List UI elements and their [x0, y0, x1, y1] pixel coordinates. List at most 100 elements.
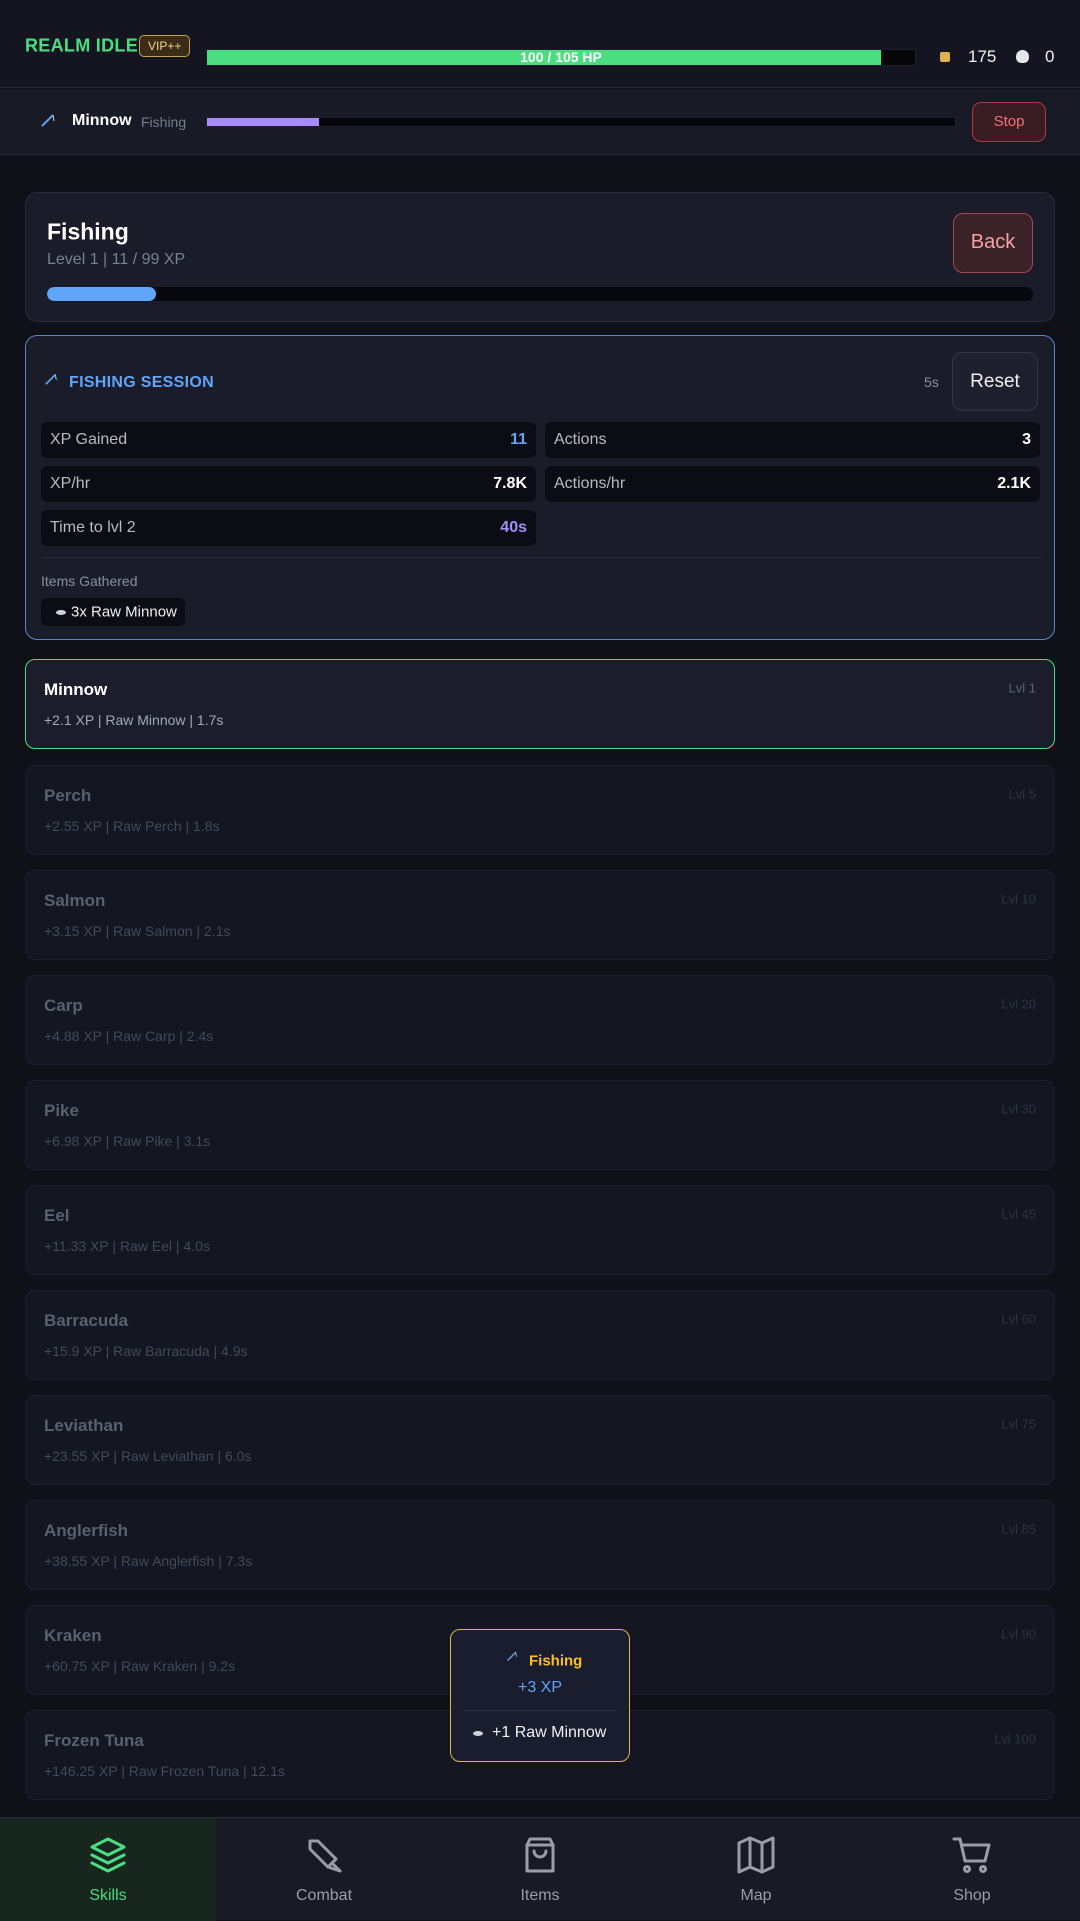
fishing-rod-icon [41, 114, 55, 127]
fish-details: +15.9 XP | Raw Barracuda | 4.9s [44, 1343, 248, 1359]
bottom-navigation: Skills Combat Items Map Shop [0, 1817, 1080, 1921]
activity-skill: Fishing [141, 114, 187, 130]
skull-icon [1016, 50, 1029, 63]
gold-coin-icon [940, 52, 950, 62]
fish-details: +60.75 XP | Raw Kraken | 9.2s [44, 1658, 236, 1674]
fish-level: Lvl 5 [1008, 786, 1036, 802]
session-elapsed: 5s [924, 374, 939, 390]
stat-label: Actions/hr [554, 475, 626, 492]
stat-label: XP Gained [50, 431, 128, 448]
fish-option-salmon[interactable]: Salmon +3.15 XP | Raw Salmon | 2.1s Lvl … [25, 870, 1055, 960]
gain-toast: Fishing +3 XP +1 Raw Minnow [450, 1629, 630, 1762]
fish-level: Lvl 60 [1001, 1311, 1036, 1327]
toast-item-text: +1 Raw Minnow [492, 1724, 607, 1741]
fish-details: +4.88 XP | Raw Carp | 2.4s [44, 1028, 214, 1044]
items-gathered-label: Items Gathered [41, 573, 138, 589]
nav-tab-map[interactable]: Map [648, 1818, 864, 1921]
stat-value: 3 [1022, 431, 1031, 448]
cart-icon [952, 1837, 991, 1873]
activity-name: Minnow [72, 112, 132, 129]
nav-label: Combat [295, 1887, 353, 1904]
hp-bar: 100 / 105 HP [206, 49, 916, 66]
fish-details: +38.55 XP | Raw Anglerfish | 7.3s [44, 1553, 253, 1569]
fish-level: Lvl 30 [1001, 1101, 1036, 1117]
fish-option-barracuda[interactable]: Barracuda +15.9 XP | Raw Barracuda | 4.9… [25, 1290, 1055, 1380]
sword-icon [308, 1839, 342, 1873]
skill-header-card: Fishing Level 1 | 11 / 99 XP Back [25, 192, 1055, 322]
fish-name: Salmon [44, 891, 106, 910]
vip-badge[interactable]: VIP++ [139, 35, 191, 57]
fishing-rod-icon [45, 374, 57, 385]
skill-level-xp: Level 1 | 11 / 99 XP [47, 251, 186, 268]
stat-value: 11 [510, 431, 527, 448]
kill-count: 0 [1045, 47, 1055, 66]
fish-level: Lvl 85 [1001, 1521, 1036, 1537]
fish-option-leviathan[interactable]: Leviathan +23.55 XP | Raw Leviathan | 6.… [25, 1395, 1055, 1485]
fish-level: Lvl 45 [1001, 1206, 1036, 1222]
stat-actions-per-hour: Actions/hr 2.1K [545, 466, 1040, 502]
nav-tab-combat[interactable]: Combat [216, 1818, 432, 1921]
skill-title: Fishing [47, 218, 129, 245]
fish-icon [56, 610, 66, 615]
fish-option-perch[interactable]: Perch +2.55 XP | Raw Perch | 1.8s Lvl 5 [25, 765, 1055, 855]
hp-text: 100 / 105 HP [520, 49, 602, 65]
brand-title: REALM IDLE [25, 35, 138, 56]
fish-name: Barracuda [44, 1311, 129, 1330]
nav-tab-items[interactable]: Items [432, 1818, 648, 1921]
stat-value: 40s [500, 519, 527, 536]
stat-xp-gained: XP Gained 11 [41, 422, 536, 458]
session-title: FISHING SESSION [69, 374, 214, 391]
fish-name: Frozen Tuna [44, 1731, 144, 1750]
fish-option-carp[interactable]: Carp +4.88 XP | Raw Carp | 2.4s Lvl 20 [25, 975, 1055, 1065]
stat-label: XP/hr [50, 475, 91, 492]
back-button[interactable]: Back [953, 213, 1033, 273]
gathered-item-text: 3x Raw Minnow [71, 603, 177, 621]
stat-value: 2.1K [997, 475, 1031, 492]
nav-label: Map [740, 1887, 772, 1904]
fish-level: Lvl 100 [994, 1731, 1036, 1747]
skill-xp-progress-fill [47, 287, 157, 301]
fish-option-minnow[interactable]: Minnow +2.1 XP | Raw Minnow | 1.7s Lvl 1 [25, 659, 1055, 749]
fish-option-pike[interactable]: Pike +6.98 XP | Raw Pike | 3.1s Lvl 30 [25, 1080, 1055, 1170]
stat-xp-per-hour: XP/hr 7.8K [41, 466, 536, 502]
skill-xp-progress-bar [47, 287, 1033, 301]
fish-level: Lvl 75 [1001, 1416, 1036, 1432]
divider [41, 557, 1041, 558]
fish-name: Pike [44, 1101, 79, 1120]
nav-tab-skills[interactable]: Skills [0, 1818, 216, 1921]
layers-icon [90, 1837, 126, 1873]
fish-name: Leviathan [44, 1416, 124, 1435]
fish-name: Eel [44, 1206, 70, 1225]
fish-option-anglerfish[interactable]: Anglerfish +38.55 XP | Raw Anglerfish | … [25, 1500, 1055, 1590]
reset-button[interactable]: Reset [952, 352, 1038, 411]
fish-icon [473, 1731, 483, 1736]
toast-item-line: +1 Raw Minnow [473, 1724, 606, 1742]
nav-tab-shop[interactable]: Shop [864, 1818, 1080, 1921]
activity-progress-bar [206, 117, 956, 127]
nav-label: Skills [89, 1887, 127, 1904]
bag-icon [525, 1837, 555, 1873]
stat-label: Time to lvl 2 [50, 519, 136, 536]
fish-name: Minnow [44, 680, 108, 699]
fish-details: +11.33 XP | Raw Eel | 4.0s [44, 1238, 210, 1254]
toast-xp: +3 XP [517, 1679, 563, 1696]
stat-value: 7.8K [493, 475, 527, 492]
fish-details: +2.55 XP | Raw Perch | 1.8s [44, 818, 220, 834]
fish-details: +146.25 XP | Raw Frozen Tuna | 12.1s [44, 1763, 285, 1779]
fish-details: +2.1 XP | Raw Minnow | 1.7s [44, 712, 224, 728]
nav-label: Shop [953, 1887, 991, 1904]
stat-time-to-level: Time to lvl 2 40s [41, 510, 536, 546]
map-icon [737, 1836, 775, 1874]
fish-name: Carp [44, 996, 83, 1015]
fish-level: Lvl 90 [1001, 1626, 1036, 1642]
stat-actions: Actions 3 [545, 422, 1040, 458]
gold-count: 175 [968, 47, 997, 66]
fish-level: Lvl 1 [1008, 680, 1036, 696]
fish-option-eel[interactable]: Eel +11.33 XP | Raw Eel | 4.0s Lvl 45 [25, 1185, 1055, 1275]
fish-details: +6.98 XP | Raw Pike | 3.1s [44, 1133, 211, 1149]
fish-name: Anglerfish [44, 1521, 129, 1540]
top-header: REALM IDLE VIP++ 100 / 105 HP 175 0 [0, 0, 1080, 88]
fish-level: Lvl 10 [1001, 891, 1036, 907]
divider [465, 1710, 615, 1711]
stop-button[interactable]: Stop [972, 102, 1046, 142]
